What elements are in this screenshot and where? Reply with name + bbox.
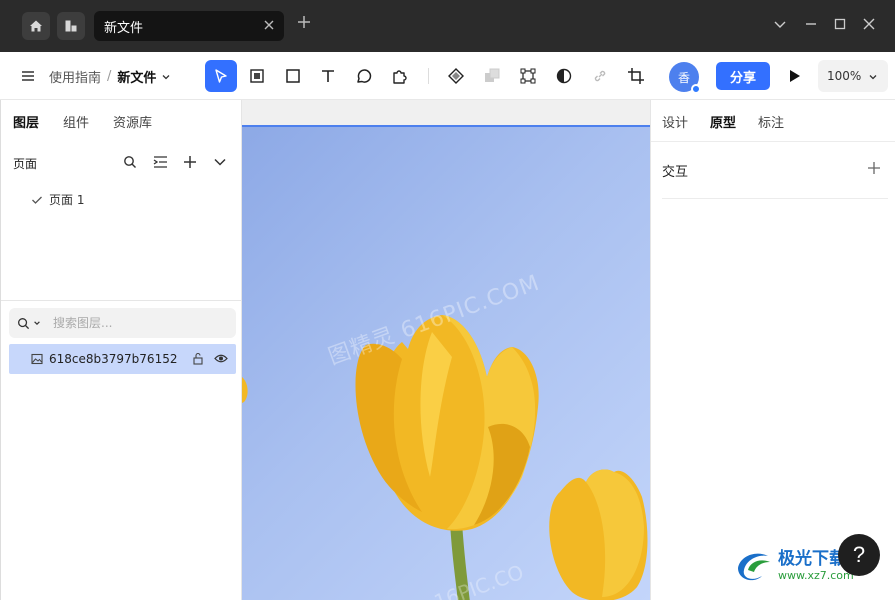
user-avatar[interactable]: 香 — [669, 62, 701, 94]
move-tool[interactable] — [205, 60, 237, 92]
share-button[interactable]: 分享 — [716, 62, 770, 90]
canvas[interactable]: 图精灵 616PIC.COM 16PIC.CO — [242, 100, 650, 600]
search-icon[interactable] — [123, 155, 137, 169]
breadcrumb-current-file[interactable]: 新文件 — [117, 67, 156, 86]
tab-inspect[interactable]: 标注 — [758, 112, 784, 131]
cursor-icon — [215, 69, 227, 83]
panel-divider — [1, 300, 242, 301]
pages-heading: 页面 — [13, 157, 38, 171]
check-icon — [32, 196, 42, 204]
right-panel: 设计 原型 标注 交互 — [650, 100, 895, 600]
boolean-tool[interactable] — [476, 60, 508, 92]
chevron-down-icon[interactable] — [213, 155, 227, 169]
tab-prototype[interactable]: 原型 — [710, 112, 736, 131]
present-button[interactable] — [784, 64, 806, 88]
home-icon — [30, 20, 42, 32]
mask-icon — [556, 68, 572, 84]
tulip-image — [242, 315, 648, 600]
menu-icon[interactable] — [20, 68, 36, 84]
interaction-heading: 交互 — [662, 165, 689, 180]
close-tab-icon[interactable] — [263, 19, 275, 31]
presence-indicator — [691, 84, 701, 94]
layer-search-input[interactable] — [53, 316, 203, 330]
new-tab-icon[interactable] — [296, 14, 312, 30]
layer-name: 618ce8b3797b76152 — [49, 352, 178, 366]
layer-search[interactable] — [9, 308, 236, 338]
layer-row[interactable]: 618ce8b3797b76152 — [9, 344, 236, 374]
chevron-down-icon — [869, 75, 877, 80]
zoom-value: 100% — [827, 69, 862, 83]
toolbar-divider — [428, 68, 429, 84]
comment-icon — [357, 69, 372, 83]
section-divider — [662, 198, 888, 199]
unlock-icon[interactable] — [192, 352, 204, 365]
minimize-icon[interactable] — [804, 17, 818, 31]
right-panel-tabs: 设计 原型 标注 — [662, 112, 806, 131]
file-layout-icon — [65, 20, 77, 32]
add-interaction-icon[interactable] — [867, 161, 881, 175]
maximize-icon[interactable] — [833, 17, 847, 31]
crop-tool[interactable] — [620, 60, 652, 92]
component-icon — [448, 68, 464, 84]
left-panel-tabs: 图层 组件 资源库 — [13, 112, 176, 131]
title-bar: 新文件 — [0, 0, 895, 52]
help-button[interactable]: ? — [838, 534, 880, 576]
rectangle-tool[interactable] — [277, 60, 309, 92]
link-icon — [594, 70, 606, 82]
mask-tool[interactable] — [548, 60, 580, 92]
rectangle-icon — [286, 69, 300, 83]
image-frame[interactable]: 图精灵 616PIC.COM 16PIC.CO — [242, 125, 650, 600]
chevron-down-icon[interactable] — [773, 17, 787, 31]
comment-tool[interactable] — [348, 60, 380, 92]
add-page-icon[interactable] — [183, 155, 197, 169]
panel-divider — [651, 141, 895, 142]
breadcrumb: 使用指南 / 新文件 — [49, 67, 171, 86]
frame-tool[interactable] — [241, 60, 273, 92]
tab-design[interactable]: 设计 — [662, 112, 688, 131]
boolean-icon — [485, 68, 500, 82]
file-tab[interactable]: 新文件 — [94, 11, 284, 41]
search-icon — [18, 317, 30, 329]
text-icon — [322, 70, 334, 82]
text-tool[interactable] — [312, 60, 344, 92]
chevron-down-icon[interactable] — [161, 72, 171, 82]
zoom-select[interactable]: 100% — [818, 60, 888, 92]
page-list-item[interactable]: 页面 1 — [31, 191, 84, 208]
vector-edit-tool[interactable] — [512, 60, 544, 92]
tab-components[interactable]: 组件 — [63, 112, 89, 131]
files-button[interactable] — [57, 12, 85, 40]
eye-icon[interactable] — [214, 353, 228, 364]
breadcrumb-parent[interactable]: 使用指南 — [49, 67, 101, 86]
file-tab-label: 新文件 — [104, 20, 144, 36]
plugin-icon — [393, 70, 407, 84]
image-icon — [31, 353, 43, 365]
chevron-down-icon — [34, 321, 40, 326]
collapse-pages-icon[interactable] — [153, 155, 168, 169]
vector-nodes-icon — [520, 68, 536, 84]
tab-layers[interactable]: 图层 — [13, 112, 39, 131]
component-tool[interactable] — [440, 60, 472, 92]
breadcrumb-separator: / — [107, 69, 112, 84]
page-label: 页面 1 — [49, 193, 85, 207]
tab-assets[interactable]: 资源库 — [113, 112, 152, 131]
play-icon — [790, 70, 800, 82]
avatar-initial: 香 — [677, 70, 690, 85]
crop-icon — [628, 68, 644, 84]
frame-icon — [250, 69, 264, 83]
left-panel: 图层 组件 资源库 页面 页面 1 618ce8b3797b76152 — [0, 100, 242, 600]
link-tool[interactable] — [584, 60, 616, 92]
brand-logo-icon — [738, 553, 770, 581]
home-button[interactable] — [22, 12, 50, 40]
plugin-tool[interactable] — [384, 60, 416, 92]
close-window-icon[interactable] — [862, 17, 876, 31]
